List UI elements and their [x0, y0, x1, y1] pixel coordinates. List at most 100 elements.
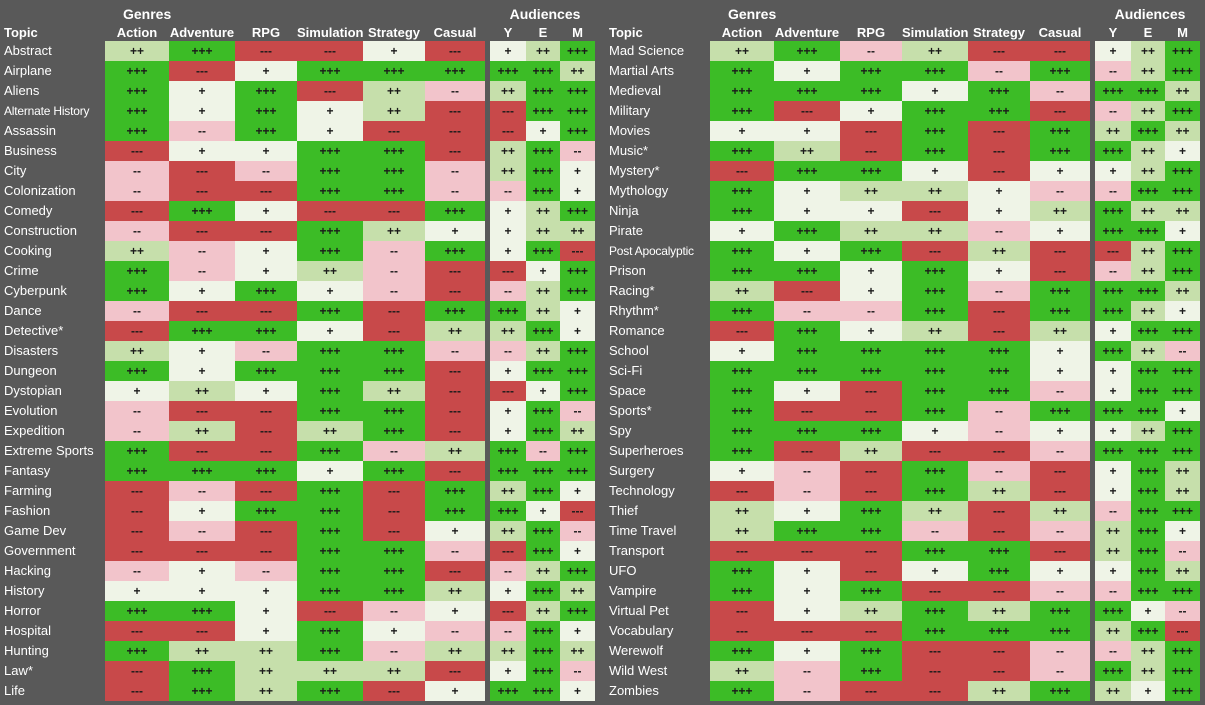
table-row: Hacking -- + -- +++ +++ --- -- ++ +++ [0, 561, 600, 581]
row-label-topic[interactable]: Hospital [0, 621, 105, 641]
row-label-topic[interactable]: Movies [605, 121, 710, 141]
row-label-topic[interactable]: Pirate [605, 221, 710, 241]
row-label-topic[interactable]: Racing* [605, 281, 710, 301]
row-label-topic[interactable]: Comedy [0, 201, 105, 221]
row-label-topic[interactable]: Construction [0, 221, 105, 241]
row-label-topic[interactable]: Sports* [605, 401, 710, 421]
right-header-audience-m[interactable]: M [1165, 25, 1200, 40]
row-label-topic[interactable]: Sci-Fi [605, 361, 710, 381]
heatmap-cell: ++ [710, 501, 774, 521]
row-label-topic[interactable]: Extreme Sports [0, 441, 105, 461]
left-header-rpg[interactable]: RPG [235, 25, 297, 40]
right-header-casual[interactable]: Casual [1030, 25, 1090, 40]
row-label-topic[interactable]: Mythology [605, 181, 710, 201]
heatmap-cell: --- [105, 321, 169, 341]
row-label-topic[interactable]: Fantasy [0, 461, 105, 481]
right-header-audience-y[interactable]: Y [1095, 25, 1131, 40]
table-row: Dungeon +++ + +++ +++ +++ --- + +++ +++ [0, 361, 600, 381]
right-header-audience-e[interactable]: E [1131, 25, 1165, 40]
heatmap-cell: +++ [710, 381, 774, 401]
right-header-simulation[interactable]: Simulation [902, 25, 968, 40]
row-label-topic[interactable]: Prison [605, 261, 710, 281]
row-label-topic[interactable]: Dystopian [0, 381, 105, 401]
row-label-topic[interactable]: Expedition [0, 421, 105, 441]
row-label-topic[interactable]: School [605, 341, 710, 361]
heatmap-cell: -- [169, 121, 235, 141]
row-label-topic[interactable]: Zombies [605, 681, 710, 701]
left-header-adventure[interactable]: Adventure [169, 25, 235, 40]
row-label-topic[interactable]: Mad Science [605, 41, 710, 61]
row-label-topic[interactable]: Post Apocalyptic [605, 241, 710, 261]
row-label-topic[interactable]: Rhythm* [605, 301, 710, 321]
left-header-casual[interactable]: Casual [425, 25, 485, 40]
row-label-topic[interactable]: Medieval [605, 81, 710, 101]
row-label-topic[interactable]: Hunting [0, 641, 105, 661]
row-label-topic[interactable]: Dance [0, 301, 105, 321]
row-label-topic[interactable]: Colonization [0, 181, 105, 201]
left-header-simulation[interactable]: Simulation [297, 25, 363, 40]
row-label-topic[interactable]: Abstract [0, 41, 105, 61]
row-label-topic[interactable]: Ninja [605, 201, 710, 221]
row-label-topic[interactable]: Space [605, 381, 710, 401]
row-label-topic[interactable]: Hacking [0, 561, 105, 581]
row-label-topic[interactable]: Law* [0, 661, 105, 681]
row-label-topic[interactable]: Alternate History [0, 101, 105, 121]
row-label-topic[interactable]: Detective* [0, 321, 105, 341]
row-label-topic[interactable]: Technology [605, 481, 710, 501]
row-label-topic[interactable]: Aliens [0, 81, 105, 101]
left-header-audience-e[interactable]: E [526, 25, 560, 40]
heatmap-cell: ++ [560, 421, 595, 441]
left-header-audience-m[interactable]: M [560, 25, 595, 40]
row-label-topic[interactable]: Vocabulary [605, 621, 710, 641]
row-label-topic[interactable]: Government [0, 541, 105, 561]
row-label-topic[interactable]: Disasters [0, 341, 105, 361]
row-label-topic[interactable]: Werewolf [605, 641, 710, 661]
row-label-topic[interactable]: UFO [605, 561, 710, 581]
heatmap-cell: +++ [560, 281, 595, 301]
heatmap-cell: +++ [774, 421, 840, 441]
row-label-topic[interactable]: Dungeon [0, 361, 105, 381]
row-label-topic[interactable]: Spy [605, 421, 710, 441]
row-label-topic[interactable]: Life [0, 681, 105, 701]
row-label-topic[interactable]: Romance [605, 321, 710, 341]
row-label-topic[interactable]: Cooking [0, 241, 105, 261]
row-label-topic[interactable]: Surgery [605, 461, 710, 481]
row-label-topic[interactable]: Fashion [0, 501, 105, 521]
row-label-topic[interactable]: Time Travel [605, 521, 710, 541]
row-label-topic[interactable]: Vampire [605, 581, 710, 601]
row-label-topic[interactable]: Military [605, 101, 710, 121]
row-label-topic[interactable]: Music* [605, 141, 710, 161]
row-label-topic[interactable]: Thief [605, 501, 710, 521]
row-label-topic[interactable]: History [0, 581, 105, 601]
row-label-topic[interactable]: City [0, 161, 105, 181]
table-row: Post Apocalyptic +++ + +++ --- ++ --- --- ++ +++ [605, 241, 1205, 261]
row-label-topic[interactable]: Assassin [0, 121, 105, 141]
row-label-topic[interactable]: Business [0, 141, 105, 161]
row-label-topic[interactable]: Farming [0, 481, 105, 501]
heatmap-cell: + [169, 141, 235, 161]
left-header-action[interactable]: Action [105, 25, 169, 40]
table-row: School + +++ +++ +++ +++ + +++ ++ -- [605, 341, 1205, 361]
right-header-action[interactable]: Action [710, 25, 774, 40]
row-label-topic[interactable]: Cyberpunk [0, 281, 105, 301]
left-header-strategy[interactable]: Strategy [363, 25, 425, 40]
row-label-topic[interactable]: Airplane [0, 61, 105, 81]
table-row: Cyberpunk +++ + +++ + -- --- -- ++ +++ [0, 281, 600, 301]
heatmap-cell: --- [902, 641, 968, 661]
row-label-topic[interactable]: Virtual Pet [605, 601, 710, 621]
row-label-topic[interactable]: Crime [0, 261, 105, 281]
row-label-topic[interactable]: Horror [0, 601, 105, 621]
row-label-topic[interactable]: Evolution [0, 401, 105, 421]
heatmap-cell: +++ [1030, 281, 1090, 301]
row-label-topic[interactable]: Mystery* [605, 161, 710, 181]
row-label-topic[interactable]: Game Dev [0, 521, 105, 541]
right-header-strategy[interactable]: Strategy [968, 25, 1030, 40]
row-label-topic[interactable]: Superheroes [605, 441, 710, 461]
row-label-topic[interactable]: Martial Arts [605, 61, 710, 81]
right-header-adventure[interactable]: Adventure [774, 25, 840, 40]
heatmap-cell: +++ [169, 601, 235, 621]
row-label-topic[interactable]: Wild West [605, 661, 710, 681]
left-header-audience-y[interactable]: Y [490, 25, 526, 40]
right-header-rpg[interactable]: RPG [840, 25, 902, 40]
row-label-topic[interactable]: Transport [605, 541, 710, 561]
